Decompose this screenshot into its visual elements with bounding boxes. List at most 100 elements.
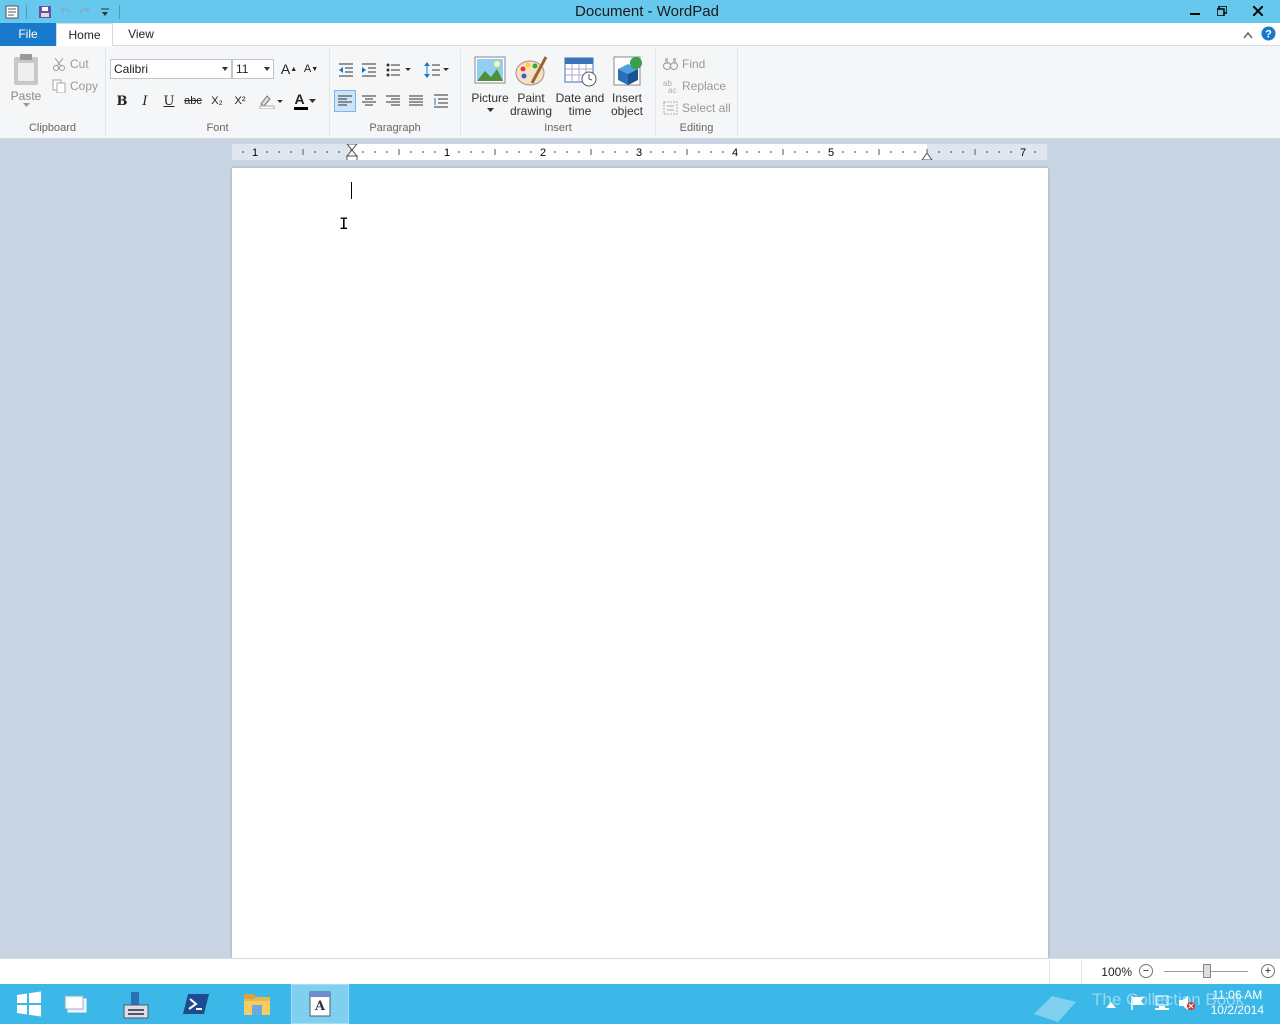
italic-button[interactable]: I bbox=[134, 90, 156, 112]
minimize-icon bbox=[1189, 12, 1200, 15]
align-right-button[interactable] bbox=[382, 90, 404, 112]
zoom-slider-thumb[interactable] bbox=[1203, 964, 1211, 978]
tab-view[interactable]: View bbox=[113, 23, 169, 46]
bullets-button[interactable] bbox=[384, 59, 414, 81]
select-all-button[interactable]: Select all bbox=[663, 99, 731, 117]
ruler[interactable]: 1 1 2 3 4 5 7 bbox=[232, 144, 1047, 160]
ruler-tick bbox=[338, 151, 340, 153]
indent-marker-right[interactable] bbox=[921, 152, 933, 160]
ruler-tick bbox=[386, 151, 388, 153]
insert-object-button[interactable]: Insert object bbox=[606, 55, 648, 118]
align-right-icon bbox=[386, 95, 400, 106]
replace-button[interactable]: ab ac Replace bbox=[663, 77, 726, 95]
justify-button[interactable] bbox=[405, 90, 427, 112]
decrease-indent-icon bbox=[339, 63, 353, 77]
increase-indent-button[interactable] bbox=[358, 59, 380, 81]
align-left-button[interactable] bbox=[334, 90, 356, 112]
help-icon[interactable]: ? bbox=[1261, 26, 1276, 44]
font-family-select[interactable]: Calibri bbox=[110, 59, 232, 79]
line-spacing-button[interactable] bbox=[422, 59, 452, 81]
task-view-button[interactable] bbox=[47, 984, 105, 1024]
ruler-tick bbox=[326, 151, 328, 153]
powershell-button[interactable] bbox=[167, 984, 225, 1024]
ruler-tick bbox=[842, 151, 844, 153]
file-explorer-button[interactable] bbox=[228, 984, 286, 1024]
highlighter-icon bbox=[259, 95, 283, 109]
paragraph-settings-button[interactable] bbox=[430, 90, 452, 112]
paint-drawing-button[interactable]: Paint drawing bbox=[508, 55, 554, 118]
strikethrough-button[interactable]: abc bbox=[182, 90, 204, 112]
minimize-button[interactable] bbox=[1181, 0, 1208, 21]
date-time-button[interactable]: Date and time bbox=[555, 55, 605, 118]
indent-marker-left[interactable] bbox=[345, 144, 359, 160]
ruler-tick bbox=[470, 151, 472, 153]
select-all-label: Select all bbox=[682, 101, 731, 115]
cut-button[interactable]: Cut bbox=[52, 55, 89, 73]
show-hidden-icons-button[interactable] bbox=[1106, 998, 1116, 1012]
ruler-tick bbox=[554, 151, 556, 153]
ruler-tick bbox=[1034, 151, 1036, 153]
ruler-tick bbox=[482, 151, 484, 153]
document-page[interactable]: I bbox=[232, 168, 1048, 958]
binoculars-icon bbox=[663, 58, 678, 70]
insert-group: Picture Paint drawing Date and time Inse… bbox=[461, 49, 656, 136]
ruler-tick bbox=[458, 151, 460, 153]
paint-palette-icon bbox=[515, 56, 548, 86]
ruler-tick bbox=[746, 151, 748, 153]
bold-button[interactable]: B bbox=[111, 90, 133, 112]
status-bar: 100% − + bbox=[0, 958, 1280, 985]
ruler-tick bbox=[806, 151, 808, 153]
ruler-tick bbox=[242, 151, 244, 153]
zoom-level[interactable]: 100% bbox=[1094, 965, 1132, 979]
tab-file[interactable]: File bbox=[0, 23, 56, 46]
find-button[interactable]: Find bbox=[663, 55, 705, 73]
powershell-icon bbox=[183, 994, 209, 1014]
volume-muted-icon[interactable] bbox=[1178, 995, 1196, 1014]
grow-font-button[interactable]: A ▲ bbox=[278, 58, 300, 80]
wordpad-taskbar-button[interactable]: A bbox=[291, 984, 349, 1024]
picture-button[interactable]: Picture bbox=[466, 55, 514, 112]
clipboard-group: Paste Cut Copy Clipboard bbox=[0, 49, 106, 136]
system-clock[interactable]: 11:06 AM 10/2/2014 bbox=[1211, 988, 1264, 1018]
shrink-font-icon: A bbox=[303, 63, 312, 75]
picture-label: Picture bbox=[471, 91, 509, 105]
close-button[interactable] bbox=[1235, 0, 1280, 21]
find-label: Find bbox=[682, 57, 706, 71]
align-center-icon bbox=[362, 95, 376, 106]
superscript-button[interactable]: X² bbox=[229, 90, 251, 112]
zoom-in-button[interactable]: + bbox=[1261, 964, 1275, 978]
ruler-tick bbox=[290, 151, 292, 153]
ruler-tick bbox=[566, 151, 568, 153]
font-size-select[interactable]: 11 bbox=[232, 59, 274, 79]
minimize-ribbon-icon[interactable] bbox=[1243, 28, 1253, 42]
ribbon-tab-bar: File Home View ? bbox=[0, 23, 1280, 47]
chevron-up-icon bbox=[1106, 1002, 1116, 1008]
network-icon[interactable] bbox=[1154, 995, 1172, 1014]
shrink-font-button[interactable]: A ▼ bbox=[300, 58, 322, 80]
align-center-button[interactable] bbox=[358, 90, 380, 112]
zoom-out-button[interactable]: − bbox=[1139, 964, 1153, 978]
action-center-icon[interactable] bbox=[1130, 995, 1146, 1014]
watermark-book-icon bbox=[1034, 996, 1076, 1022]
insert-group-label: Insert bbox=[544, 122, 572, 134]
restore-button[interactable] bbox=[1208, 0, 1235, 21]
decrease-indent-button[interactable] bbox=[335, 59, 357, 81]
highlight-color-button[interactable] bbox=[256, 90, 286, 112]
copy-button[interactable]: Copy bbox=[52, 77, 98, 95]
font-color-swatch bbox=[294, 107, 308, 110]
replace-label: Replace bbox=[682, 79, 727, 93]
tab-home[interactable]: Home bbox=[56, 23, 113, 47]
ruler-tick bbox=[266, 151, 268, 153]
underline-button[interactable]: U bbox=[158, 90, 180, 112]
paste-button[interactable]: Paste bbox=[10, 53, 42, 107]
align-left-icon bbox=[338, 95, 352, 106]
chevron-down-icon bbox=[308, 99, 316, 103]
font-color-button[interactable]: A bbox=[290, 90, 320, 112]
ruler-tick bbox=[998, 151, 1000, 153]
clipboard-group-label: Clipboard bbox=[28, 122, 77, 134]
ruler-label: 5 bbox=[828, 147, 834, 159]
ruler-tick bbox=[710, 151, 712, 153]
subscript-button[interactable]: X₂ bbox=[206, 90, 228, 112]
server-manager-button[interactable] bbox=[106, 984, 164, 1024]
ruler-tick bbox=[650, 151, 652, 153]
